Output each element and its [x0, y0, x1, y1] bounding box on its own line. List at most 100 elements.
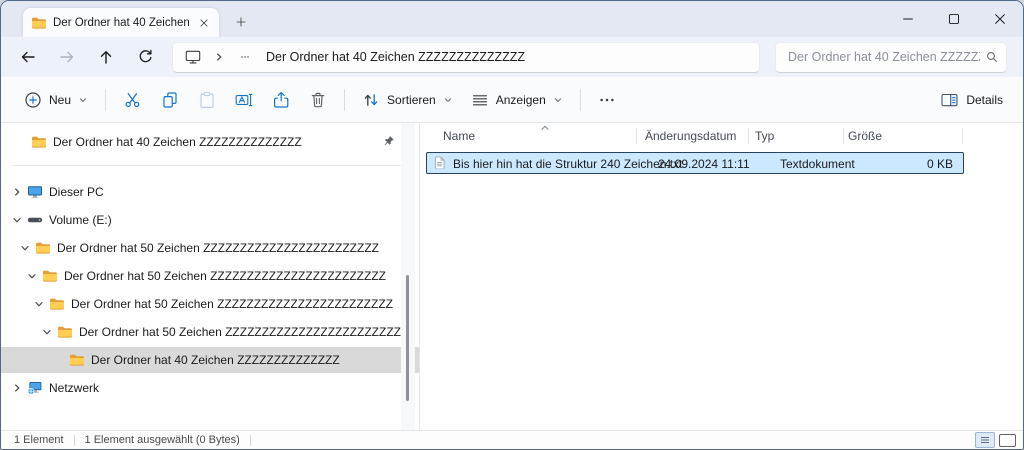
forward-button[interactable]: [50, 41, 84, 73]
command-toolbar: Neu Sortieren Anzeigen Details: [1, 77, 1023, 123]
tree-item-label: Dieser PC: [49, 185, 104, 199]
sidebar-divider: [11, 165, 409, 166]
sidebar-scrollbar-thumb[interactable]: [406, 275, 409, 401]
window-controls: [885, 1, 1023, 36]
statusbar-divider: [73, 434, 75, 446]
pin-icon: [383, 135, 395, 147]
titlebar[interactable]: Der Ordner hat 40 Zeichen ZZZZZZZZZZZZZZ: [1, 1, 1023, 37]
chevron-right-icon[interactable]: [7, 182, 27, 202]
address-bar[interactable]: Der Ordner hat 40 Zeichen ZZZZZZZZZZZZZZ: [172, 41, 760, 73]
column-divider[interactable]: [843, 128, 844, 144]
column-divider[interactable]: [748, 128, 749, 144]
chevron-right-icon[interactable]: [214, 52, 224, 62]
close-button[interactable]: [977, 1, 1023, 36]
view-button-label: Anzeigen: [495, 92, 546, 107]
up-button[interactable]: [89, 41, 123, 73]
chevron-down-icon[interactable]: [37, 322, 57, 342]
toolbar-divider: [579, 88, 581, 111]
toolbar-divider: [344, 88, 346, 111]
plus-circle-icon: [24, 91, 42, 109]
chevron-down-icon[interactable]: [22, 266, 42, 286]
sort-button-label: Sortieren: [387, 92, 436, 107]
new-button-label: Neu: [49, 92, 72, 107]
refresh-button[interactable]: [128, 41, 162, 73]
tree-item-dieser-pc[interactable]: Dieser PC: [1, 178, 419, 206]
chevron-down-icon[interactable]: [15, 238, 35, 258]
new-tab-button[interactable]: [229, 11, 253, 33]
chevron-down-icon[interactable]: [7, 210, 27, 230]
pinned-item-folder-40[interactable]: Der Ordner hat 40 Zeichen ZZZZZZZZZZZZZZ: [1, 129, 419, 155]
tab-title: Der Ordner hat 40 Zeichen ZZZZZZZZZZZZZZ: [53, 16, 189, 29]
statusbar-divider: [249, 434, 251, 446]
file-row-selected[interactable]: Bis hier hin hat die Struktur 240 Zeiche…: [426, 152, 964, 174]
folder-icon: [35, 240, 55, 256]
folder-icon: [49, 296, 69, 312]
minimize-button[interactable]: [885, 1, 931, 36]
maximize-button[interactable]: [931, 1, 977, 36]
column-divider[interactable]: [636, 128, 637, 144]
sort-arrows-icon: [362, 91, 380, 109]
chevron-down-icon: [553, 95, 563, 105]
tree-item-volume-e[interactable]: Volume (E:): [1, 206, 419, 234]
folder-icon: [31, 134, 51, 150]
breadcrumb-overflow-icon[interactable]: [237, 52, 253, 62]
file-type: Textdokument: [780, 157, 855, 171]
rename-button[interactable]: [225, 83, 262, 117]
details-panel-icon: [941, 92, 959, 108]
tree-item-label: Netzwerk: [49, 381, 100, 395]
copy-button[interactable]: [151, 83, 188, 117]
tab-close-button[interactable]: [195, 14, 213, 32]
tree-item-label: Der Ordner hat 50 Zeichen ZZZZZZZZZZZZZZ…: [57, 241, 379, 255]
search-input[interactable]: Der Ordner hat 40 Zeichen ZZZZZZZZZZZZZZ: [788, 50, 980, 64]
column-header-name[interactable]: Name: [443, 129, 475, 143]
chevron-down-icon[interactable]: [29, 294, 49, 314]
breadcrumb-current-folder[interactable]: Der Ordner hat 40 Zeichen ZZZZZZZZZZZZZZ: [266, 50, 525, 64]
this-pc-icon: [27, 184, 47, 200]
search-box[interactable]: Der Ordner hat 40 Zeichen ZZZZZZZZZZZZZZ: [775, 41, 1007, 73]
sort-ascending-icon[interactable]: [540, 123, 550, 133]
delete-button[interactable]: [299, 83, 336, 117]
explorer-tab[interactable]: Der Ordner hat 40 Zeichen ZZZZZZZZZZZZZZ: [23, 8, 219, 37]
more-options-button[interactable]: [589, 83, 626, 117]
tree-item-label: Der Ordner hat 40 Zeichen ZZZZZZZZZZZZZZ: [91, 353, 340, 367]
tree-item-folder-50-level3[interactable]: Der Ordner hat 50 Zeichen ZZZZZZZZZZZZZZ…: [1, 290, 419, 318]
folder-icon: [31, 15, 47, 31]
column-divider[interactable]: [962, 128, 963, 144]
selection-info: 1 Element ausgewählt (0 Bytes): [84, 434, 240, 446]
toolbar-divider: [105, 88, 107, 111]
details-view-toggle[interactable]: [975, 432, 995, 448]
folder-icon: [42, 268, 62, 284]
share-button[interactable]: [262, 83, 299, 117]
file-name: Bis hier hin hat die Struktur 240 Zeiche…: [453, 157, 683, 171]
sort-button[interactable]: Sortieren: [353, 83, 462, 117]
chevron-right-icon[interactable]: [7, 378, 27, 398]
column-header-size[interactable]: Größe: [848, 129, 882, 143]
view-button[interactable]: Anzeigen: [462, 83, 572, 117]
tree-item-folder-50-level1[interactable]: Der Ordner hat 50 Zeichen ZZZZZZZZZZZZZZ…: [1, 234, 419, 262]
tree-item-folder-50-level2[interactable]: Der Ordner hat 50 Zeichen ZZZZZZZZZZZZZZ…: [1, 262, 419, 290]
paste-button[interactable]: [188, 83, 225, 117]
tree-item-label: Der Ordner hat 50 Zeichen ZZZZZZZZZZZZZZ…: [79, 325, 401, 339]
new-button[interactable]: Neu: [15, 83, 97, 117]
file-list-pane[interactable]: Name Änderungsdatum Typ Größe Bis hier h…: [419, 123, 1023, 430]
view-lines-icon: [471, 91, 489, 109]
column-header-type[interactable]: Typ: [755, 129, 774, 143]
view-toggles: [975, 432, 1016, 448]
tree-item-folder-50-level4[interactable]: Der Ordner hat 50 Zeichen ZZZZZZZZZZZZZZ…: [1, 318, 419, 346]
file-size: 0 KB: [926, 157, 953, 171]
tree-item-folder-40-selected[interactable]: Der Ordner hat 40 Zeichen ZZZZZZZZZZZZZZ: [1, 347, 419, 373]
back-button[interactable]: [11, 41, 45, 73]
cut-button[interactable]: [114, 83, 151, 117]
search-icon[interactable]: [986, 51, 998, 63]
chevron-down-icon: [443, 95, 453, 105]
tree-item-label: Der Ordner hat 50 Zeichen ZZZZZZZZZZZZZZ…: [64, 269, 386, 283]
details-pane-button[interactable]: Details: [935, 83, 1009, 117]
this-pc-icon: [185, 49, 201, 65]
column-header-date[interactable]: Änderungsdatum: [645, 129, 736, 143]
status-bar: 1 Element 1 Element ausgewählt (0 Bytes): [1, 430, 1023, 449]
tree-item-netzwerk[interactable]: Netzwerk: [1, 374, 419, 402]
drive-icon: [27, 216, 47, 224]
thumbnails-view-toggle[interactable]: [999, 433, 1016, 447]
details-pane-label: Details: [966, 92, 1003, 107]
